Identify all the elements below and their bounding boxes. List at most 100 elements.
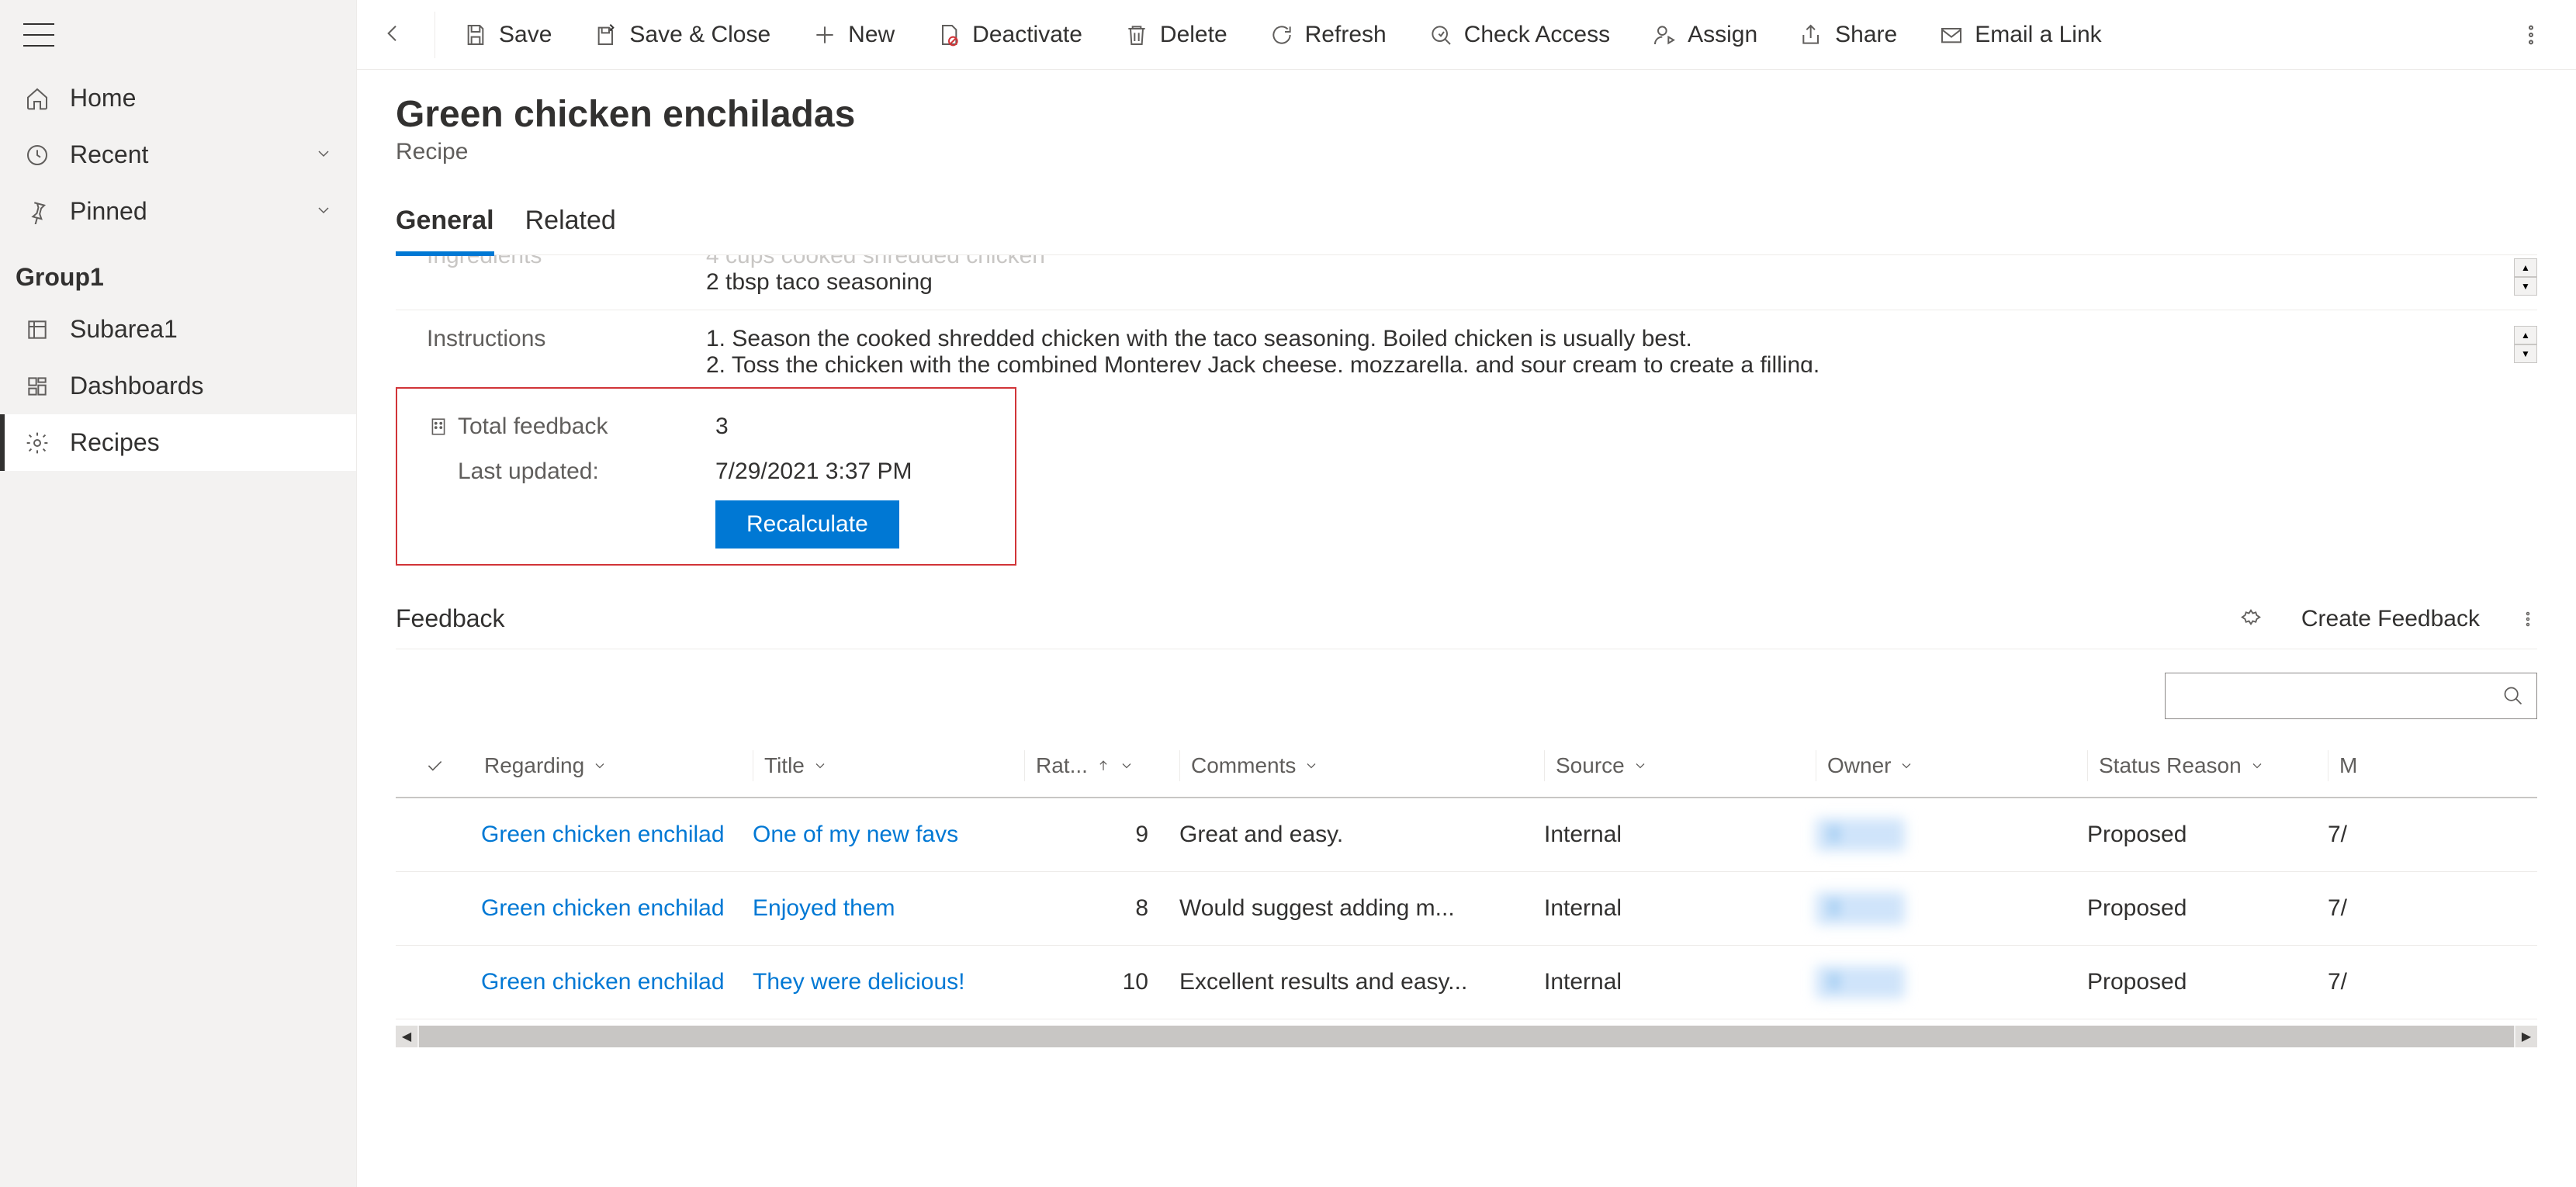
assign-button[interactable]: Assign (1635, 14, 1774, 56)
new-button[interactable]: New (795, 14, 912, 56)
last-updated-label: Last updated: (428, 459, 715, 485)
deactivate-button[interactable]: Deactivate (919, 14, 1099, 56)
chevron-down-icon (314, 197, 333, 226)
command-bar: Save Save & Close New Deactivate Delete … (357, 0, 2576, 70)
col-title[interactable]: Title (753, 750, 1024, 781)
tabs: General Related (396, 196, 2537, 255)
nav-home-label: Home (70, 84, 136, 112)
create-feedback-button[interactable]: Create Feedback (2301, 606, 2480, 632)
feedback-more-button[interactable] (2519, 610, 2537, 628)
last-updated-value: 7/29/2021 3:37 PM (715, 459, 912, 485)
ingredients-value[interactable]: 4 cups cooked shredded chicken 2 tbsp ta… (706, 258, 2537, 296)
nav-recipes-label: Recipes (70, 428, 160, 457)
save-close-button[interactable]: Save & Close (576, 14, 788, 56)
nav-dashboards[interactable]: Dashboards (0, 358, 356, 414)
delete-button[interactable]: Delete (1107, 14, 1245, 56)
grid-horizontal-scrollbar[interactable]: ◀▶ (396, 1026, 2537, 1047)
sidebar: Home Recent Pinned Group1 Subarea1 Dashb… (0, 0, 357, 1187)
feedback-section-title: Feedback (396, 604, 505, 633)
main-content: Save Save & Close New Deactivate Delete … (357, 0, 2576, 1187)
rating-cell: 10 (1024, 969, 1179, 995)
instructions-scroll[interactable]: ▲▼ (2514, 326, 2537, 363)
modified-cell: 7/ (2328, 969, 2382, 995)
col-source[interactable]: Source (1544, 750, 1816, 781)
nav-pinned-label: Pinned (70, 197, 147, 226)
subarea-icon (23, 316, 51, 344)
group-label: Group1 (0, 240, 356, 301)
tab-general[interactable]: General (396, 196, 494, 254)
source-cell: Internal (1544, 969, 1816, 995)
tab-related[interactable]: Related (525, 196, 616, 254)
total-feedback-value: 3 (715, 414, 729, 440)
recalculate-button[interactable]: Recalculate (715, 500, 899, 549)
col-rating[interactable]: Rat... (1024, 750, 1179, 781)
field-instructions: Instructions 1. Season the cooked shredd… (396, 310, 2537, 387)
select-all-icon[interactable] (424, 756, 445, 776)
feedback-section-header: Feedback Create Feedback (396, 604, 2537, 649)
back-button[interactable] (372, 13, 424, 56)
share-button[interactable]: Share (1782, 14, 1914, 56)
regarding-link[interactable]: Green chicken enchilad (481, 969, 725, 995)
owner-cell: I (1816, 892, 1905, 925)
feedback-search-input[interactable] (2178, 683, 2502, 708)
source-cell: Internal (1544, 822, 1816, 848)
title-link[interactable]: Enjoyed them (753, 895, 895, 921)
nav-subarea1-label: Subarea1 (70, 315, 178, 344)
col-regarding[interactable]: Regarding (473, 750, 753, 781)
modified-cell: 7/ (2328, 822, 2382, 848)
col-status[interactable]: Status Reason (2087, 750, 2328, 781)
title-link[interactable]: They were delicious! (753, 969, 964, 995)
instructions-value[interactable]: 1. Season the cooked shredded chicken wi… (706, 326, 2537, 372)
form-body: Ingredients 4 cups cooked shredded chick… (357, 255, 2576, 1187)
table-row[interactable]: Green chicken enchilad Enjoyed them 8 Wo… (396, 872, 2537, 946)
grid-header-row: Regarding Title Rat... Comments Source O… (396, 735, 2537, 798)
comments-cell: Excellent results and easy... (1179, 969, 1544, 995)
owner-cell: I (1816, 818, 1905, 851)
pin-icon (23, 198, 51, 226)
clock-icon (23, 141, 51, 169)
refresh-button[interactable]: Refresh (1252, 14, 1404, 56)
hamburger-button[interactable] (0, 16, 356, 70)
feedback-grid: Regarding Title Rat... Comments Source O… (396, 735, 2537, 1047)
col-owner[interactable]: Owner (1816, 750, 2087, 781)
source-cell: Internal (1544, 895, 1816, 922)
email-link-button[interactable]: Email a Link (1922, 14, 2118, 56)
hamburger-icon (23, 23, 54, 47)
nav-recent[interactable]: Recent (0, 126, 356, 183)
dashboard-icon (23, 372, 51, 400)
rating-cell: 9 (1024, 822, 1179, 848)
instructions-label: Instructions (396, 326, 706, 352)
feedback-search[interactable] (2165, 673, 2537, 719)
nav-home[interactable]: Home (0, 70, 356, 126)
rating-cell: 8 (1024, 895, 1179, 922)
nav-pinned[interactable]: Pinned (0, 183, 356, 240)
comments-cell: Great and easy. (1179, 822, 1544, 848)
gear-icon (23, 429, 51, 457)
status-cell: Proposed (2087, 895, 2328, 922)
field-ingredients: Ingredients 4 cups cooked shredded chick… (396, 255, 2537, 310)
nav-subarea1[interactable]: Subarea1 (0, 301, 356, 358)
title-link[interactable]: One of my new favs (753, 822, 958, 847)
regarding-link[interactable]: Green chicken enchilad (481, 822, 725, 847)
section-settings-button[interactable] (2239, 607, 2263, 631)
home-icon (23, 85, 51, 112)
table-row[interactable]: Green chicken enchilad One of my new fav… (396, 798, 2537, 872)
search-icon (2502, 685, 2524, 707)
record-header: Green chicken enchiladas Recipe General … (357, 70, 2576, 255)
more-commands-button[interactable] (2502, 15, 2560, 55)
status-cell: Proposed (2087, 822, 2328, 848)
nav-recent-label: Recent (70, 140, 148, 169)
save-button[interactable]: Save (446, 14, 569, 56)
modified-cell: 7/ (2328, 895, 2382, 922)
col-comments[interactable]: Comments (1179, 750, 1544, 781)
table-row[interactable]: Green chicken enchilad They were delicio… (396, 946, 2537, 1019)
chevron-down-icon (314, 140, 333, 169)
nav-recipes[interactable]: Recipes (0, 414, 356, 471)
ingredients-scroll[interactable]: ▲▼ (2514, 258, 2537, 296)
total-feedback-label: Total feedback (428, 414, 715, 440)
check-access-button[interactable]: Check Access (1411, 14, 1627, 56)
col-modified[interactable]: M (2328, 750, 2382, 781)
ingredients-label: Ingredients (396, 255, 706, 269)
record-title: Green chicken enchiladas (396, 93, 2537, 136)
regarding-link[interactable]: Green chicken enchilad (481, 895, 725, 921)
